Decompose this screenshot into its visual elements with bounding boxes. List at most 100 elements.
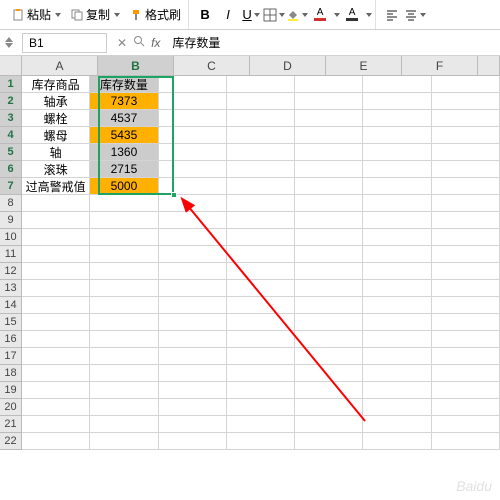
cell[interactable]: 库存商品 — [22, 76, 90, 93]
navigate-buttons[interactable] — [0, 37, 18, 48]
cell[interactable] — [159, 178, 227, 195]
cell[interactable] — [22, 331, 90, 348]
cell[interactable]: 螺母 — [22, 127, 90, 144]
cell[interactable] — [22, 433, 90, 450]
cell[interactable] — [90, 246, 158, 263]
cell[interactable] — [227, 178, 295, 195]
row-header-11[interactable]: 11 — [0, 246, 22, 263]
cell[interactable] — [22, 263, 90, 280]
cell[interactable] — [22, 195, 90, 212]
cell[interactable] — [159, 331, 227, 348]
align-left-button[interactable] — [381, 4, 403, 26]
bold-button[interactable]: B — [194, 4, 216, 26]
cell[interactable] — [295, 382, 363, 399]
row-header-10[interactable]: 10 — [0, 229, 22, 246]
cell[interactable] — [432, 399, 500, 416]
cell[interactable] — [432, 280, 500, 297]
cell[interactable] — [90, 263, 158, 280]
cell[interactable] — [90, 433, 158, 450]
cell[interactable] — [363, 314, 431, 331]
row-header-9[interactable]: 9 — [0, 212, 22, 229]
cell[interactable]: 过高警戒值 — [22, 178, 90, 195]
cell[interactable]: 2715 — [90, 161, 158, 178]
cell[interactable] — [432, 229, 500, 246]
cell[interactable] — [432, 93, 500, 110]
row-header-5[interactable]: 5 — [0, 144, 22, 161]
cell[interactable] — [22, 365, 90, 382]
cell[interactable] — [295, 433, 363, 450]
cell[interactable] — [432, 416, 500, 433]
cell[interactable]: 轴 — [22, 144, 90, 161]
cell[interactable] — [159, 246, 227, 263]
row-header-7[interactable]: 7 — [0, 178, 22, 195]
cell[interactable] — [159, 76, 227, 93]
cell[interactable] — [363, 195, 431, 212]
cell[interactable] — [432, 127, 500, 144]
cell[interactable] — [363, 93, 431, 110]
row-header-17[interactable]: 17 — [0, 348, 22, 365]
cell[interactable]: 滚珠 — [22, 161, 90, 178]
formula-input[interactable] — [166, 33, 500, 53]
align-center-button[interactable] — [404, 4, 426, 26]
cell[interactable] — [90, 229, 158, 246]
cell[interactable]: 库存数量 — [90, 76, 158, 93]
cell[interactable] — [227, 110, 295, 127]
col-header-D[interactable]: D — [250, 56, 326, 76]
cell[interactable] — [432, 144, 500, 161]
cell[interactable] — [295, 246, 363, 263]
cell[interactable] — [432, 314, 500, 331]
cell[interactable] — [295, 161, 363, 178]
row-header-6[interactable]: 6 — [0, 161, 22, 178]
select-all-corner[interactable] — [0, 56, 22, 76]
underline-button[interactable]: U — [240, 4, 262, 26]
cell[interactable] — [227, 93, 295, 110]
cell[interactable] — [363, 399, 431, 416]
font-color-button[interactable]: A — [309, 4, 331, 26]
cell[interactable] — [22, 212, 90, 229]
cell[interactable] — [22, 348, 90, 365]
border-button[interactable] — [263, 4, 285, 26]
search-icon[interactable] — [133, 35, 145, 50]
cell[interactable] — [90, 348, 158, 365]
row-header-21[interactable]: 21 — [0, 416, 22, 433]
row-header-12[interactable]: 12 — [0, 263, 22, 280]
name-box-input[interactable] — [22, 33, 107, 53]
cell[interactable] — [159, 127, 227, 144]
cancel-icon[interactable]: ✕ — [117, 36, 127, 50]
cell[interactable]: 1360 — [90, 144, 158, 161]
cell[interactable] — [227, 212, 295, 229]
cell[interactable] — [227, 297, 295, 314]
cell[interactable] — [227, 195, 295, 212]
col-header-C[interactable]: C — [174, 56, 250, 76]
highlight-button[interactable]: A — [341, 4, 363, 26]
cell[interactable] — [295, 348, 363, 365]
cell[interactable] — [227, 76, 295, 93]
cell[interactable] — [159, 382, 227, 399]
row-header-1[interactable]: 1 — [0, 76, 22, 93]
cell[interactable] — [159, 195, 227, 212]
cell[interactable] — [295, 110, 363, 127]
paste-button[interactable]: 粘贴 — [7, 4, 65, 26]
cell[interactable] — [227, 161, 295, 178]
cell[interactable] — [363, 76, 431, 93]
row-header-3[interactable]: 3 — [0, 110, 22, 127]
row-header-8[interactable]: 8 — [0, 195, 22, 212]
cell[interactable] — [22, 297, 90, 314]
cell[interactable] — [295, 399, 363, 416]
cell[interactable] — [363, 144, 431, 161]
selection-handle[interactable] — [171, 192, 177, 198]
cell[interactable] — [295, 365, 363, 382]
cell[interactable] — [90, 280, 158, 297]
fill-color-button[interactable] — [286, 4, 308, 26]
cell[interactable] — [432, 331, 500, 348]
cell[interactable] — [295, 93, 363, 110]
cell[interactable] — [227, 144, 295, 161]
cell[interactable] — [363, 433, 431, 450]
row-header-2[interactable]: 2 — [0, 93, 22, 110]
spreadsheet-grid[interactable]: ABCDEF 123456789101112131415161718192021… — [0, 56, 500, 500]
cell[interactable] — [295, 297, 363, 314]
cell[interactable] — [363, 127, 431, 144]
format-painter-button[interactable]: 格式刷 — [125, 4, 185, 26]
italic-button[interactable]: I — [217, 4, 239, 26]
row-header-20[interactable]: 20 — [0, 399, 22, 416]
